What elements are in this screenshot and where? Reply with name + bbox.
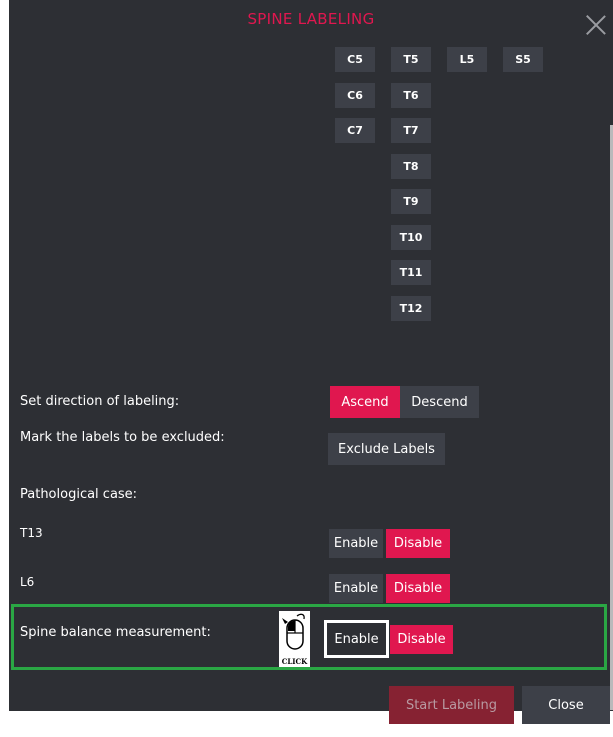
vertebra-button-t6[interactable]: T6: [391, 83, 431, 108]
dialog-title: SPINE LABELING: [247, 10, 375, 28]
direction-label: Set direction of labeling:: [20, 394, 180, 409]
t13-enable-button[interactable]: Enable: [329, 529, 383, 558]
spine-balance-disable-button[interactable]: Disable: [390, 625, 453, 654]
ascend-button[interactable]: Ascend: [330, 386, 400, 418]
exclude-label: Mark the labels to be excluded:: [20, 430, 225, 445]
vertebra-button-t12[interactable]: T12: [391, 296, 431, 321]
l6-enable-button[interactable]: Enable: [329, 574, 383, 603]
vertebra-button-t10[interactable]: T10: [391, 225, 431, 250]
vertebra-button-t7[interactable]: T7: [391, 118, 431, 143]
pathological-case-label: Pathological case:: [20, 487, 138, 502]
start-labeling-button[interactable]: Start Labeling: [389, 686, 514, 724]
l6-label: L6: [20, 575, 35, 589]
l6-disable-button[interactable]: Disable: [386, 574, 450, 603]
spine-balance-label: Spine balance measurement:: [20, 625, 211, 640]
vertebra-button-c5[interactable]: C5: [335, 47, 375, 72]
vertebra-button-l5[interactable]: L5: [447, 47, 487, 72]
vertebra-button-c6[interactable]: C6: [335, 83, 375, 108]
vertebra-button-t9[interactable]: T9: [391, 189, 431, 214]
exclude-labels-button[interactable]: Exclude Labels: [328, 433, 445, 465]
t13-disable-button[interactable]: Disable: [386, 529, 450, 558]
mouse-icon: [282, 613, 305, 650]
click-caption: CLICK: [281, 657, 308, 666]
close-button[interactable]: Close: [522, 686, 610, 724]
vertebra-button-t5[interactable]: T5: [391, 47, 431, 72]
t13-label: T13: [20, 526, 43, 540]
vertebra-button-s5[interactable]: S5: [503, 47, 543, 72]
vertebra-button-t8[interactable]: T8: [391, 154, 431, 179]
close-icon[interactable]: [585, 14, 607, 36]
vertebra-button-t11[interactable]: T11: [391, 260, 431, 285]
spine-labeling-dialog: SPINE LABELING C5 C6 C7 T5 T6 T7 T8 T9 T…: [9, 0, 613, 724]
spine-balance-enable-button[interactable]: Enable: [324, 620, 389, 658]
descend-button[interactable]: Descend: [400, 386, 479, 418]
click-hint: CLICK: [279, 611, 310, 667]
vertebra-button-c7[interactable]: C7: [335, 118, 375, 143]
